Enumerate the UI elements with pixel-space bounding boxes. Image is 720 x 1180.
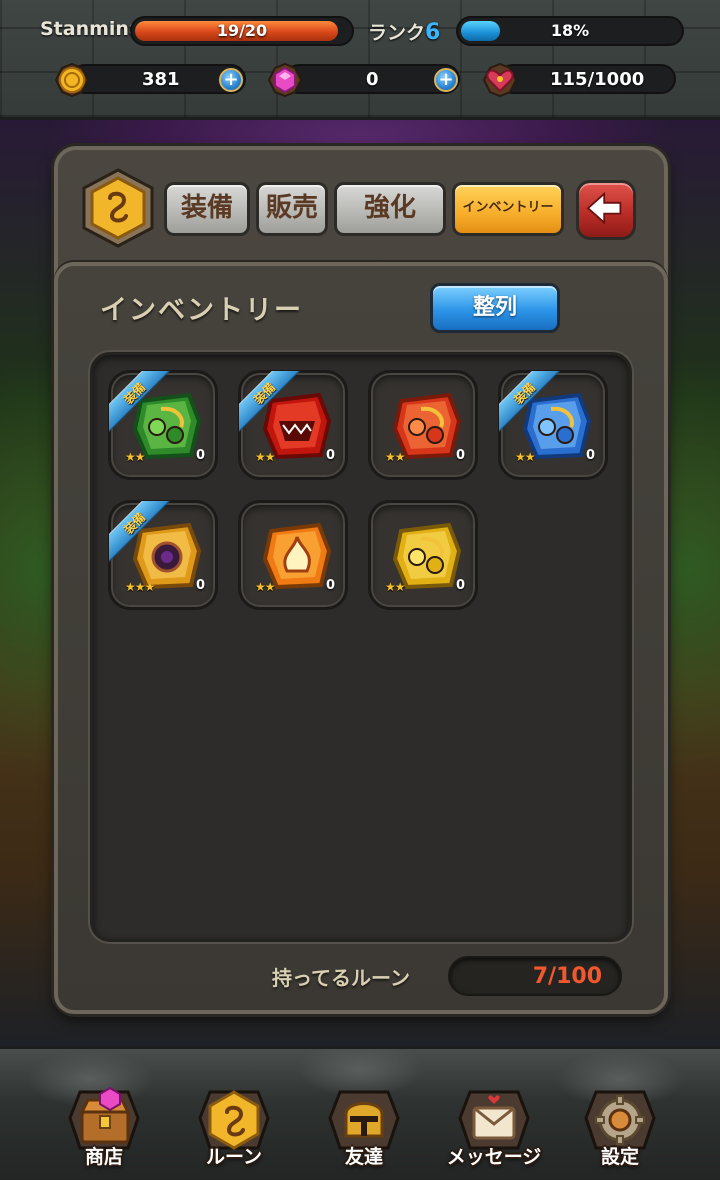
nav-shop[interactable]: 商店 xyxy=(44,1078,164,1178)
tab-enhance[interactable]: 強化 xyxy=(334,182,446,236)
rune-slot[interactable]: ★★ 0 装備 xyxy=(498,370,608,480)
nav-messages-label: メッセージ xyxy=(446,1146,542,1168)
equipped-badge: 装備 xyxy=(239,371,301,433)
rune-count-value: 7/100 xyxy=(532,964,602,989)
heart-bar: 115/1000 xyxy=(498,64,676,94)
equipped-ribbon: 装備 xyxy=(499,371,561,432)
equipped-badge: 装備 xyxy=(109,501,171,563)
rune-slot[interactable]: ★★ 0 xyxy=(368,500,478,610)
nav-runes-label: ルーン xyxy=(205,1146,263,1168)
rank-value: 6 xyxy=(425,20,441,45)
rune-slot[interactable]: ★★ 0 xyxy=(368,370,478,480)
tab-inventory[interactable]: インベントリー xyxy=(452,182,564,236)
rune-level: 0 xyxy=(195,578,205,593)
inventory-title: インベントリー xyxy=(100,295,303,326)
nav-shop-label: 商店 xyxy=(84,1146,123,1168)
rune-level: 0 xyxy=(455,448,465,463)
gem-value: 0 xyxy=(366,69,379,90)
gold-value: 381 xyxy=(142,69,180,90)
status-bar: Stanmina 19/20 ランク6 18% 381 + 0 + 115/10… xyxy=(0,0,720,120)
rune-slot[interactable]: ★★ 0 装備 xyxy=(238,370,348,480)
rune-stars: ★★ xyxy=(385,580,405,594)
nav-settings-label: 設定 xyxy=(600,1146,639,1168)
equipped-ribbon: 装備 xyxy=(109,501,171,562)
rune-stars: ★★ xyxy=(385,450,405,464)
heart-icon xyxy=(482,62,518,98)
nav-runes[interactable]: ルーン xyxy=(174,1078,294,1178)
add-gold-button[interactable]: + xyxy=(219,68,243,92)
exp-bar: 18% xyxy=(456,16,684,46)
player-name: Stanmina xyxy=(40,18,142,40)
back-button[interactable] xyxy=(576,180,636,240)
equipped-ribbon: 装備 xyxy=(109,371,171,432)
rank-label-text: ランク xyxy=(368,22,426,44)
nav-messages[interactable]: メッセージ xyxy=(434,1078,554,1178)
heart-value: 115/1000 xyxy=(550,69,645,90)
add-gem-button[interactable]: + xyxy=(434,68,458,92)
rune-level: 0 xyxy=(325,578,335,593)
rune-level: 0 xyxy=(195,448,205,463)
rune-slot[interactable]: ★★ 0 装備 xyxy=(108,370,218,480)
stamina-text: 19/20 xyxy=(216,21,268,40)
rune-stars: ★★ xyxy=(255,580,275,594)
rune-level: 0 xyxy=(455,578,465,593)
rune-stars: ★★ xyxy=(515,450,535,464)
rune-stars: ★★ xyxy=(255,450,275,464)
rune-slot[interactable]: ★★★ 0 装備 xyxy=(108,500,218,610)
rank-label: ランク6 xyxy=(368,18,440,45)
nav-settings[interactable]: 設定 xyxy=(560,1078,680,1178)
back-arrow-icon xyxy=(586,191,622,225)
exp-text: 18% xyxy=(550,21,590,40)
rune-stars: ★★ xyxy=(125,450,145,464)
tab-equip[interactable]: 装備 xyxy=(164,182,250,236)
rune-emblem-icon xyxy=(82,168,154,248)
sort-button[interactable]: 整列 xyxy=(430,283,560,333)
rune-stars: ★★★ xyxy=(125,580,155,594)
nav-friends[interactable]: 友達 xyxy=(304,1078,424,1178)
rune-level: 0 xyxy=(325,448,335,463)
rune-level: 0 xyxy=(585,448,595,463)
gem-icon xyxy=(267,62,303,98)
rune-slot[interactable]: ★★ 0 xyxy=(238,500,348,610)
equipped-ribbon: 装備 xyxy=(239,371,301,432)
equipped-badge: 装備 xyxy=(109,371,171,433)
gold-coin-icon xyxy=(54,62,90,98)
nav-friends-label: 友達 xyxy=(344,1146,383,1168)
rune-count-box: 7/100 xyxy=(448,956,622,996)
equipped-badge: 装備 xyxy=(499,371,561,433)
rune-count-label: 持ってるルーン xyxy=(272,966,410,990)
tab-sell[interactable]: 販売 xyxy=(256,182,328,236)
stamina-bar: 19/20 xyxy=(130,16,354,46)
